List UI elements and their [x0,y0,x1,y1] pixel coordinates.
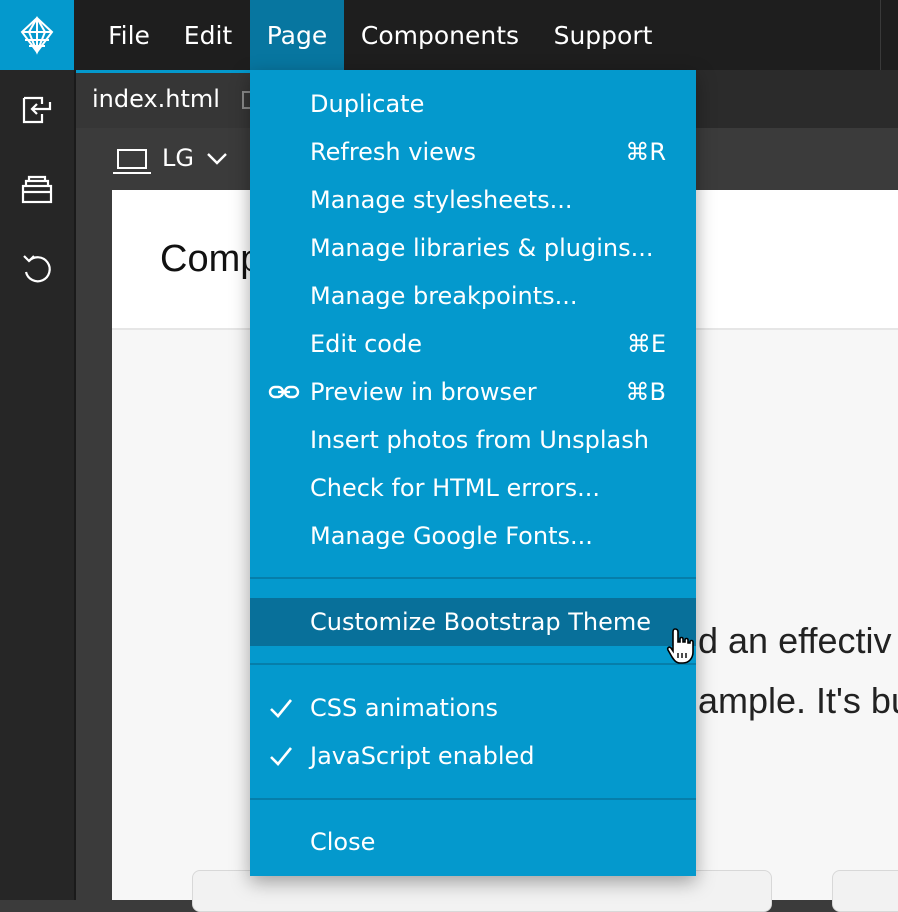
menu-item-manage-libraries[interactable]: Manage libraries & plugins... [250,224,696,272]
menu-item-refresh-views[interactable]: Refresh views ⌘R [250,128,696,176]
menu-separator [250,577,696,579]
canvas-lead-line-1: d an effectiv [698,620,892,661]
menu-item-css-animations[interactable]: CSS animations [250,684,696,732]
menu-item-label: Customize Bootstrap Theme [310,608,651,636]
page-menu-dropdown: Duplicate Refresh views ⌘R Manage styles… [250,70,696,876]
pinegrow-logo-icon [20,15,54,55]
menu-item-label: Manage Google Fonts... [310,522,593,550]
hand-cursor-icon [666,628,694,664]
menu-item-label: Edit code [310,330,422,358]
menu-separator [250,798,696,800]
canvas-card [832,870,898,912]
menu-item-label: Duplicate [310,90,425,118]
menu-item-label: Manage breakpoints... [310,282,578,310]
menu-item-preview-in-browser[interactable]: Preview in browser ⌘B [250,368,696,416]
canvas-lead-line-2: ample. It's bui [698,680,898,721]
library-icon[interactable] [18,170,56,208]
checkmark-icon [268,684,294,732]
menu-item-edit-code[interactable]: Edit code ⌘E [250,320,696,368]
chevron-down-icon[interactable] [206,152,228,166]
menu-item-label: Refresh views [310,138,477,166]
menu-item-label: Check for HTML errors... [310,474,600,502]
link-icon [268,368,300,416]
menu-item-label: Manage stylesheets... [310,186,573,214]
menu-item-shortcut: ⌘B [625,378,666,406]
menu-item-label: Preview in browser [310,378,537,406]
menu-item-shortcut: ⌘R [625,138,666,166]
menu-item-shortcut: ⌘E [626,330,666,358]
menu-item-javascript-enabled[interactable]: JavaScript enabled [250,732,696,780]
menu-item-customize-bootstrap-theme[interactable]: Customize Bootstrap Theme [250,598,696,646]
canvas-card [192,870,772,912]
canvas-title: Comp [160,238,262,280]
menu-item-insert-photos-unsplash[interactable]: Insert photos from Unsplash [250,416,696,464]
menu-item-manage-breakpoints[interactable]: Manage breakpoints... [250,272,696,320]
menubar-divider [880,0,881,70]
menu-support[interactable]: Support [538,0,668,70]
menu-file[interactable]: File [92,0,166,70]
menu-item-label: JavaScript enabled [310,742,535,770]
checkmark-icon [268,732,294,780]
import-icon[interactable] [18,90,56,128]
app-logo[interactable] [0,0,74,70]
menu-item-manage-stylesheets[interactable]: Manage stylesheets... [250,176,696,224]
undo-icon[interactable] [18,250,56,288]
menu-item-label: Close [310,828,376,856]
menu-item-check-html-errors[interactable]: Check for HTML errors... [250,464,696,512]
menu-item-label: CSS animations [310,694,499,722]
menubar: File Edit Page Components Support [0,0,898,70]
menu-item-manage-google-fonts[interactable]: Manage Google Fonts... [250,512,696,560]
left-sidebar [0,70,74,900]
tab-label: index.html [92,85,220,113]
menu-page[interactable]: Page [250,0,344,70]
breakpoint-label[interactable]: LG [162,144,194,172]
menu-separator [250,663,696,665]
laptop-icon[interactable] [112,148,152,176]
menu-item-close[interactable]: Close [250,818,696,866]
menu-components[interactable]: Components [346,0,534,70]
menu-edit[interactable]: Edit [170,0,246,70]
menu-item-duplicate[interactable]: Duplicate [250,80,696,128]
menu-item-label: Insert photos from Unsplash [310,426,649,454]
sidebar-border [74,70,76,900]
menu-item-label: Manage libraries & plugins... [310,234,654,262]
